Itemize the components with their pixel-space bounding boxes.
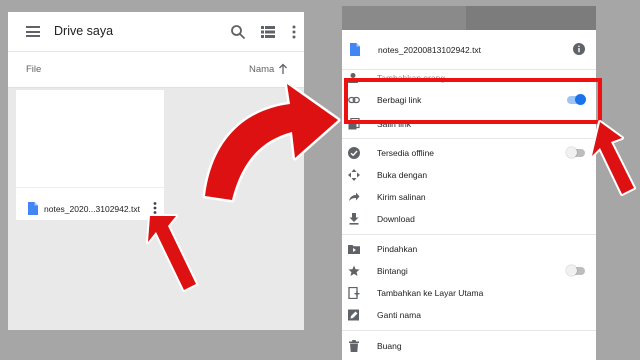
divider xyxy=(342,234,596,235)
star-toggle[interactable] xyxy=(566,265,585,276)
sheet-header: notes_20200813102942.txt xyxy=(342,32,596,70)
sort-by-name-button[interactable]: Nama xyxy=(249,64,274,75)
star-icon xyxy=(348,265,360,276)
divider xyxy=(342,330,596,331)
download-icon xyxy=(349,213,359,225)
more-vert-icon[interactable] xyxy=(286,24,302,40)
menu-item-add-to-home[interactable]: Tambahkan ke Layar Utama xyxy=(342,283,596,305)
menu-label: Bintangi xyxy=(377,266,408,276)
menu-item-rename[interactable]: Ganti nama xyxy=(342,305,596,327)
menu-label: Tambahkan ke Layar Utama xyxy=(377,288,484,298)
menu-item-trash[interactable]: Buang xyxy=(342,336,596,358)
drive-file-list-screen: Drive saya File Nama notes_2020...310294… xyxy=(8,12,304,330)
add-home-icon xyxy=(348,287,360,299)
file-card[interactable]: notes_2020...3102942.txt xyxy=(16,90,164,220)
rename-icon xyxy=(348,309,359,321)
menu-item-send-copy[interactable]: Kirim salinan xyxy=(342,187,596,209)
menu-label: Buang xyxy=(377,341,402,351)
move-folder-icon xyxy=(348,245,360,254)
menu-label: Ganti nama xyxy=(377,310,421,320)
offline-toggle[interactable] xyxy=(566,147,585,158)
arrow-up-right-icon xyxy=(590,120,636,196)
share-icon xyxy=(349,192,360,201)
divider xyxy=(342,138,596,139)
file-more-options-icon[interactable] xyxy=(150,201,160,215)
sheet-file-title: notes_20200813102942.txt xyxy=(378,45,482,55)
list-view-icon[interactable] xyxy=(260,24,276,40)
menu-item-open-with[interactable]: Buka dengan xyxy=(342,165,596,187)
menu-label: Pindahkan xyxy=(377,244,418,254)
open-with-icon xyxy=(348,169,360,181)
sort-bar: File Nama xyxy=(8,52,304,88)
page-title: Drive saya xyxy=(54,24,114,38)
trash-icon xyxy=(349,340,359,352)
file-name: notes_2020...3102942.txt xyxy=(44,204,140,214)
menu-item-move[interactable]: Pindahkan xyxy=(342,239,596,261)
menu-label: Kirim salinan xyxy=(377,192,426,202)
status-bar xyxy=(342,6,596,30)
menu-item-download[interactable]: Download xyxy=(342,209,596,231)
search-icon[interactable] xyxy=(230,24,246,40)
menu-label: Buka dengan xyxy=(377,170,428,180)
info-icon[interactable] xyxy=(573,43,585,55)
menu-item-available-offline[interactable]: Tersedia offline xyxy=(342,143,596,165)
app-bar: Drive saya xyxy=(8,12,304,52)
menu-icon[interactable] xyxy=(26,26,40,37)
menu-label: Download xyxy=(377,214,415,224)
menu-item-star[interactable]: Bintangi xyxy=(342,261,596,283)
highlight-box xyxy=(344,78,602,124)
document-icon xyxy=(350,43,360,56)
document-icon xyxy=(28,202,38,215)
file-actions-sheet: notes_20200813102942.txt Tambahkan orang… xyxy=(342,6,596,360)
offline-icon xyxy=(348,147,360,159)
menu-label: Tersedia offline xyxy=(377,148,435,158)
arrow-up-icon[interactable] xyxy=(278,63,288,75)
file-thumbnail[interactable] xyxy=(16,90,164,188)
section-label-file: File xyxy=(26,64,42,75)
